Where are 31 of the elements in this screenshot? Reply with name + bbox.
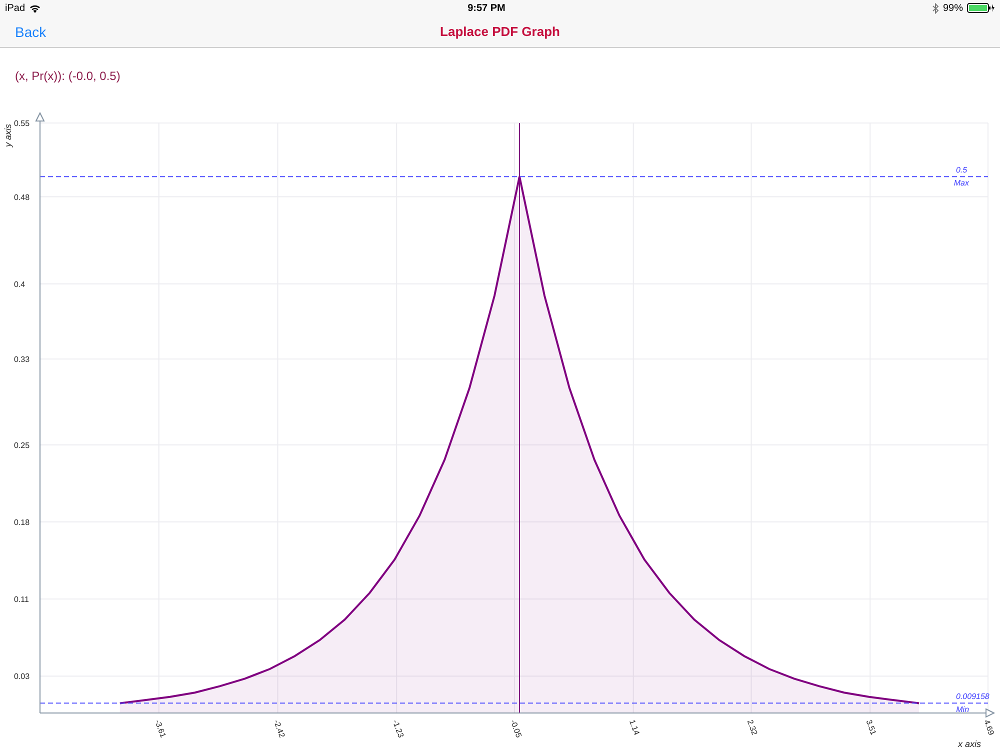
x-tick-label: 3.51	[864, 718, 878, 736]
reference-value: 0.009158	[956, 692, 990, 702]
battery-icon	[966, 3, 995, 13]
bluetooth-icon	[932, 2, 939, 14]
back-button[interactable]: Back	[15, 24, 46, 40]
reference-label: Max	[954, 178, 970, 188]
y-tick-label: 0.18	[14, 518, 30, 527]
y-tick-label: 0.55	[14, 119, 30, 128]
x-tick-label: 2.32	[745, 718, 760, 736]
x-axis-title: x axis	[958, 739, 982, 749]
x-tick-label: -2.42	[272, 718, 287, 739]
x-tick-label: -1.23	[390, 718, 406, 739]
y-tick-label: 0.48	[14, 192, 30, 202]
status-time: 9:57 PM	[468, 2, 506, 14]
point-readout: (x, Pr(x)): (-0.0, 0.5)	[14, 68, 122, 85]
x-tick-label: 4.69	[982, 718, 996, 736]
y-tick-label: 0.33	[14, 355, 30, 364]
reference-value: 0.5	[956, 166, 968, 175]
device-name: iPad	[5, 2, 26, 14]
y-tick-label: 0.25	[14, 440, 30, 450]
y-tick-label: 0.11	[14, 595, 29, 604]
y-axis-title: y axis	[3, 124, 13, 147]
y-tick-label: 0.03	[14, 672, 30, 682]
x-tick-label: -3.61	[153, 718, 168, 739]
x-tick-label: -0.05	[508, 718, 524, 739]
battery-percent: 99%	[942, 2, 963, 14]
y-tick-label: 0.4	[14, 280, 26, 289]
wifi-icon	[29, 4, 42, 12]
x-tick-label: 1.14	[628, 718, 642, 736]
screen-title: Laplace PDF Graph	[440, 24, 560, 39]
reference-label: Min	[956, 705, 970, 714]
